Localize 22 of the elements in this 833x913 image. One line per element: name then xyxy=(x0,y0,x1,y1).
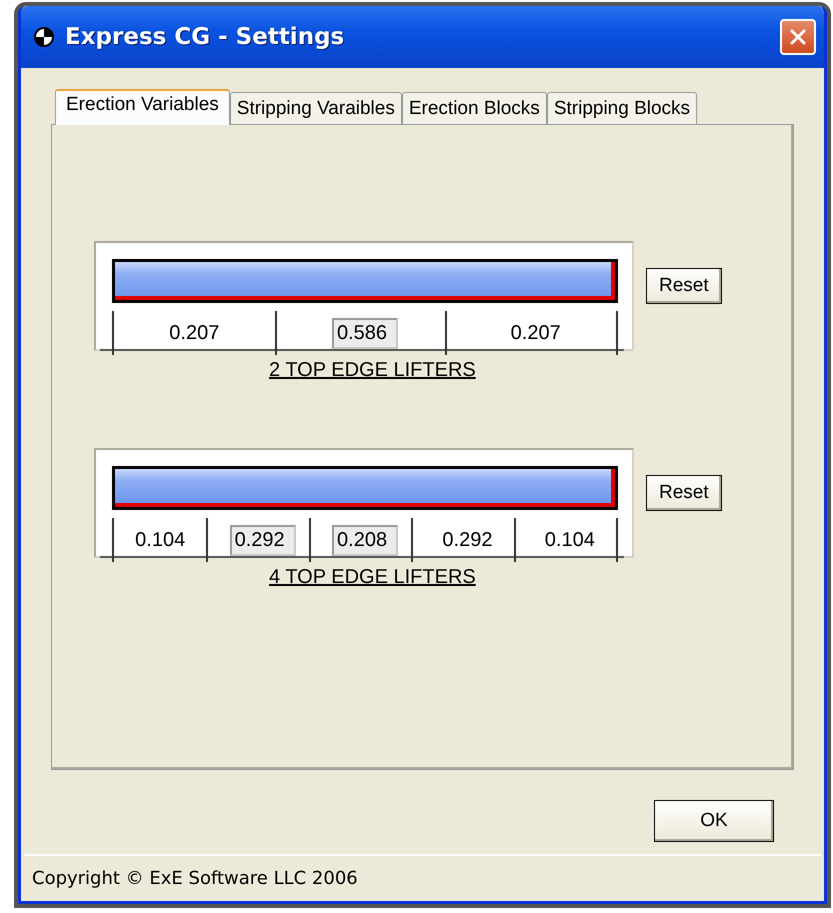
close-button[interactable] xyxy=(780,19,816,55)
copyright-text: Copyright © ExE Software LLC 2006 xyxy=(32,868,358,889)
value-label: 0.207 xyxy=(169,322,220,344)
reset-button[interactable]: Reset xyxy=(646,268,722,304)
value-field[interactable]: 0.586 xyxy=(332,318,398,348)
tab[interactable]: Erection Blocks xyxy=(402,92,547,124)
window-title: Express CG - Settings xyxy=(65,24,344,50)
app-icon xyxy=(33,26,55,48)
tab[interactable]: Stripping Varaibles xyxy=(230,92,402,124)
value-label: 0.292 xyxy=(442,528,492,552)
value-label: 0.104 xyxy=(135,528,186,552)
reset-button[interactable]: Reset xyxy=(646,475,722,511)
close-icon xyxy=(788,27,808,47)
tab[interactable]: Stripping Blocks xyxy=(546,92,698,124)
value-field[interactable]: 0.208 xyxy=(332,524,398,556)
value-label: 0.104 xyxy=(544,528,595,552)
value-field[interactable]: 0.292 xyxy=(230,524,296,556)
diagram-caption: 2 TOP EDGE LIFTERS xyxy=(269,359,476,382)
ok-button[interactable]: OK xyxy=(654,800,774,842)
value-label: 0.207 xyxy=(510,322,561,344)
diagram-caption: 4 TOP EDGE LIFTERS xyxy=(269,566,476,589)
tab[interactable]: Erection Variables xyxy=(55,89,230,125)
